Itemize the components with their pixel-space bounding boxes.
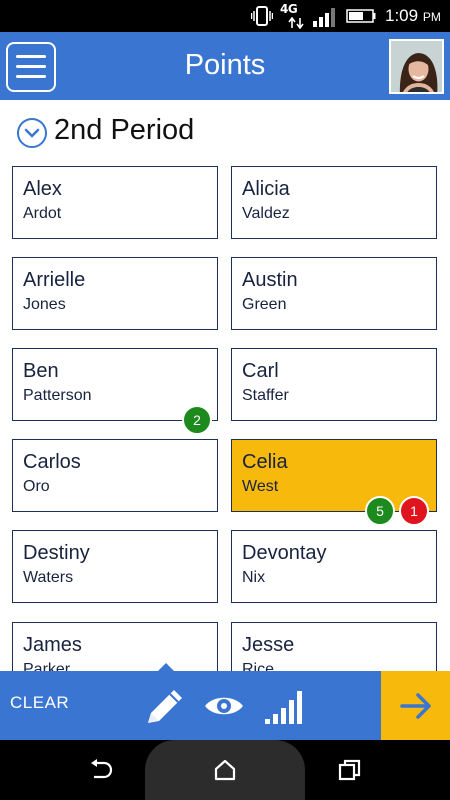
student-card[interactable]: Austin Green: [231, 257, 437, 330]
student-last-name: Jones: [23, 296, 66, 313]
back-icon[interactable]: [88, 758, 114, 782]
student-last-name: Staffer: [242, 387, 289, 404]
eye-icon[interactable]: [203, 685, 245, 727]
student-first-name: Devontay: [242, 542, 327, 564]
student-first-name: Jesse: [242, 634, 295, 656]
clock: 1:09 PM: [385, 6, 441, 26]
student-last-name: West: [242, 478, 279, 495]
toolbar-pointer: [157, 663, 175, 672]
menu-icon: [16, 55, 46, 58]
bottom-toolbar: CLEAR: [0, 663, 450, 740]
menu-icon-bar: [16, 65, 46, 68]
student-first-name: Alex: [23, 178, 62, 200]
student-first-name: Arrielle: [23, 269, 86, 291]
network-indicator: 4G: [280, 2, 310, 30]
period-selector[interactable]: 2nd Period: [0, 112, 450, 156]
student-card[interactable]: Destiny Waters: [12, 530, 218, 603]
student-card[interactable]: Jesse Rice: [231, 622, 437, 671]
chevron-down-icon: [17, 118, 47, 148]
student-last-name: Oro: [23, 478, 50, 495]
student-card[interactable]: James Parker: [12, 622, 218, 671]
network-label: 4G: [280, 2, 298, 16]
student-card[interactable]: Carl Staffer: [231, 348, 437, 421]
student-first-name: Carlos: [23, 451, 81, 473]
student-card[interactable]: Devontay Nix: [231, 530, 437, 603]
clock-time: 1:09: [385, 6, 419, 25]
pencil-icon[interactable]: [142, 685, 188, 727]
student-last-name: Nix: [242, 569, 266, 586]
student-card[interactable]: Arrielle Jones: [12, 257, 218, 330]
positive-points-badge: 2: [182, 405, 212, 435]
menu-icon-bar: [16, 75, 46, 78]
system-nav-bar: [0, 740, 450, 800]
chevron-down-glyph: [24, 128, 40, 138]
student-last-name: Green: [242, 296, 287, 313]
student-grid: Alex Ardot Alicia Valdez Arrielle Jones …: [0, 156, 450, 671]
app-screen: 4G 1:09 PM Points 2nd Period Alex Ardot …: [0, 0, 450, 800]
vibrate-icon: [251, 6, 273, 26]
avatar[interactable]: [389, 39, 444, 94]
battery-icon: [346, 9, 376, 23]
negative-points-badge: 1: [399, 496, 429, 526]
app-header: Points: [0, 32, 450, 100]
signal-bars-icon[interactable]: [262, 685, 308, 727]
student-first-name: James: [23, 634, 82, 656]
menu-button[interactable]: [6, 42, 56, 92]
student-card[interactable]: Alex Ardot: [12, 166, 218, 239]
student-last-name: Waters: [23, 569, 74, 586]
data-arrows-icon: [288, 17, 304, 29]
page-title: Points: [184, 49, 266, 81]
student-first-name: Ben: [23, 360, 59, 382]
next-button[interactable]: [381, 671, 450, 740]
student-first-name: Destiny: [23, 542, 90, 564]
arrow-right-icon: [400, 693, 431, 719]
student-last-name: Valdez: [242, 205, 290, 222]
student-first-name: Austin: [242, 269, 298, 291]
avatar-portrait: [391, 41, 442, 92]
cell-signal-icon: [313, 8, 335, 27]
recents-icon[interactable]: [337, 758, 363, 782]
student-first-name: Alicia: [242, 178, 290, 200]
period-title: 2nd Period: [54, 114, 195, 146]
home-icon[interactable]: [212, 758, 238, 782]
student-last-name: Parker: [23, 661, 71, 671]
student-first-name: Celia: [242, 451, 288, 473]
student-first-name: Carl: [242, 360, 279, 382]
student-card[interactable]: Carlos Oro: [12, 439, 218, 512]
student-last-name: Ardot: [23, 205, 62, 222]
status-bar: 4G 1:09 PM: [0, 0, 450, 32]
student-last-name: Rice: [242, 661, 275, 671]
positive-points-badge: 5: [365, 496, 395, 526]
student-card[interactable]: Alicia Valdez: [231, 166, 437, 239]
clear-button[interactable]: CLEAR: [10, 693, 69, 713]
clock-ampm: PM: [422, 10, 441, 24]
student-last-name: Patterson: [23, 387, 92, 404]
